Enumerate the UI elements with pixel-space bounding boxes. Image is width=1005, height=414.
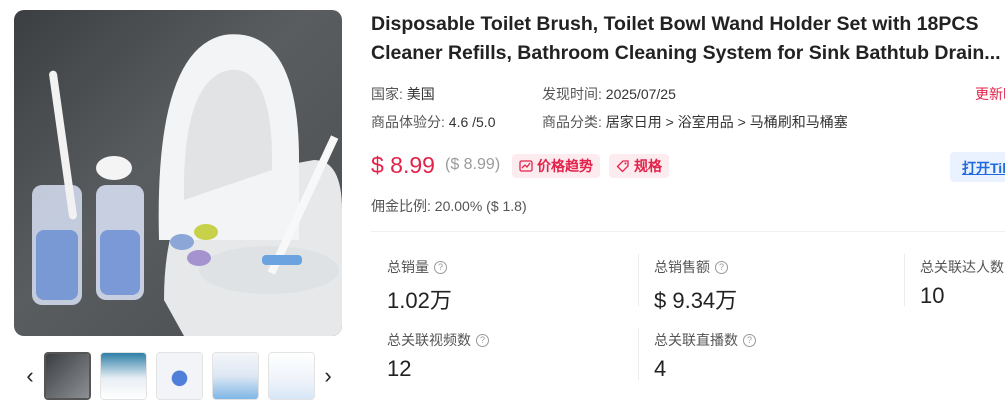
product-main-image [14,10,342,336]
stat-label: 总关联达人数 [920,259,1004,275]
question-circle-icon[interactable]: ? [476,333,489,347]
country-label: 国家: [371,86,403,102]
country-info: 国家: 美国 [371,84,435,104]
product-title-line-1: Disposable Toilet Brush, Toilet Bowl Wan… [371,13,979,35]
stat-value: 12 [387,356,412,381]
commission-info: 佣金比例: 20.00% ($ 1.8) [371,196,527,216]
thumbnail-3[interactable] [156,352,203,400]
country-value: 美国 [406,86,435,102]
stat-total-revenue: 总销售额? $ 9.34万 [654,257,737,315]
rating-label: 商品体验分: [371,114,445,130]
open-tiktok-button[interactable]: 打开Tik [950,152,1005,182]
stat-total-videos: 总关联视频数? 12 [387,330,489,382]
discover-time-info: 发现时间: 2025/07/25 [542,84,676,104]
price-trend-label: 价格趋势 [537,158,593,174]
thumbnail-list [44,352,315,400]
spec-button[interactable]: 规格 [609,154,669,178]
spec-label: 规格 [634,158,662,174]
stat-total-creators: 总关联达人数 10 [920,257,1004,309]
stat-value: $ 9.34万 [654,288,738,313]
stat-divider [904,254,905,306]
question-circle-icon[interactable]: ? [743,333,756,347]
discover-time-label: 发现时间: [542,86,602,102]
price-trend-button[interactable]: 价格趋势 [512,154,600,178]
product-photo-illustration [32,34,342,336]
stat-total-sales: 总销量? 1.02万 [387,257,452,315]
thumbnail-4[interactable] [212,352,259,400]
stat-label: 总销售额 [654,259,710,275]
stat-divider [638,328,639,380]
stat-value: 4 [654,356,667,381]
stat-label: 总关联视频数 [387,332,471,348]
stat-total-lives: 总关联直播数? 4 [654,330,756,382]
commission-label: 佣金比例: [371,198,431,214]
stat-label: 总关联直播数 [654,332,738,348]
thumbnail-strip: ‹ › [18,352,338,400]
thumbnail-1[interactable] [44,352,91,400]
original-price: ($ 8.99) [445,156,501,173]
category-info: 商品分类: 居家日用 > 浴室用品 > 马桶刷和马桶塞 [542,112,848,132]
category-label: 商品分类: [542,114,602,130]
thumbnail-2[interactable] [100,352,147,400]
chart-icon [519,160,533,172]
tag-icon [616,160,629,173]
update-time-label[interactable]: 更新时 [975,84,1005,104]
question-circle-icon[interactable]: ? [434,260,447,274]
stat-value: 10 [920,283,945,308]
commission-value: 20.00% ($ 1.8) [434,198,527,214]
product-title-line-2: Cleaner Refills, Bathroom Cleaning Syste… [371,42,1001,64]
rating-info: 商品体验分: 4.6 /5.0 [371,112,495,132]
rating-value: 4.6 /5.0 [448,114,496,130]
chevron-left-icon[interactable]: ‹ [20,363,40,388]
discover-time-value: 2025/07/25 [605,86,676,102]
category-path[interactable]: 居家日用 > 浴室用品 > 马桶刷和马桶塞 [606,114,848,130]
stat-divider [638,254,639,306]
product-title: Disposable Toilet Brush, Toilet Bowl Wan… [371,10,1005,68]
question-circle-icon[interactable]: ? [715,260,728,274]
current-price: $ 8.99 [371,152,435,178]
stat-value: 1.02万 [387,288,452,313]
chevron-right-icon[interactable]: › [318,363,338,388]
stat-label: 总销量 [387,259,429,275]
section-divider [371,231,1005,232]
thumbnail-5[interactable] [268,352,315,400]
